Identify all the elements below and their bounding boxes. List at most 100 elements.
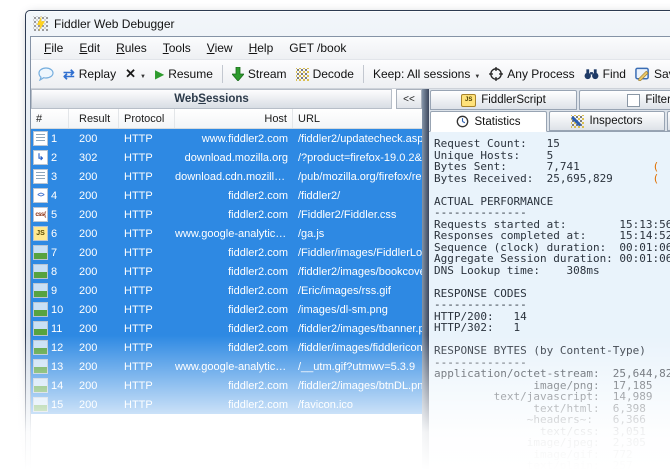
session-number: 2 [51, 151, 58, 164]
decode-button[interactable]: Decode [293, 65, 357, 83]
session-url: /favicon.ico [298, 398, 354, 411]
session-number: 12 [51, 341, 64, 354]
session-url: /fiddler2/images/tbanner.png [298, 322, 422, 335]
session-row[interactable]: 7 200 HTTP fiddler2.com /Fiddler/images/… [31, 243, 422, 262]
any-process-button[interactable]: Any Process [486, 65, 577, 83]
session-row[interactable]: 8 200 HTTP fiddler2.com /fiddler2/images… [31, 262, 422, 281]
session-row[interactable]: 10 200 HTTP fiddler2.com /images/dl-sm.p… [31, 300, 422, 319]
column-header-host[interactable]: Host [175, 109, 293, 128]
session-result: 200 [79, 132, 98, 145]
checkbox-icon [627, 93, 641, 107]
image-icon [33, 264, 48, 279]
menu-item-rules[interactable]: Rules [108, 39, 155, 57]
screenshot-stage: Fiddler Web Debugger File Edit Rules Tools V… [0, 0, 670, 470]
titlebar[interactable]: Fiddler Web Debugger [30, 11, 670, 36]
session-protocol: HTTP [124, 398, 153, 411]
session-url: /fiddler2/updatecheck.asp [298, 132, 422, 145]
session-row[interactable]: 12 200 HTTP fiddler2.com /fiddler/images… [31, 338, 422, 357]
session-protocol: HTTP [124, 189, 153, 202]
session-number: 13 [51, 360, 64, 373]
session-result: 200 [79, 227, 98, 240]
column-header-number[interactable]: # [31, 109, 69, 128]
session-host: fiddler2.com [228, 208, 288, 221]
tab-fiddlerscript[interactable]: FiddlerScript [430, 90, 577, 110]
menu-item-tools[interactable]: Tools [155, 39, 199, 57]
session-result: 200 [79, 208, 98, 221]
delete-button[interactable] [122, 64, 149, 84]
sessions-panel-title: Web Sessions [31, 89, 392, 109]
session-url: /Fiddler/images/FiddlerLogo.png [298, 246, 422, 259]
session-row[interactable]: 1 200 HTTP www.fiddler2.com /fiddler2/up… [31, 129, 422, 148]
session-host: fiddler2.com [228, 284, 288, 297]
save-label: Save [653, 67, 670, 81]
session-host: fiddler2.com [228, 189, 288, 202]
save-icon [635, 67, 649, 81]
session-row[interactable]: 3 200 HTTP download.cdn.mozilla.net /pub… [31, 167, 422, 186]
script-icon [461, 93, 477, 107]
stream-button[interactable]: Stream [229, 65, 290, 83]
image-icon [33, 378, 48, 393]
binoculars-icon [584, 69, 599, 80]
resume-button[interactable]: Resume [152, 65, 216, 83]
session-protocol: HTTP [124, 284, 153, 297]
column-header-result[interactable]: Result [69, 109, 119, 128]
session-protocol: HTTP [124, 360, 153, 373]
menu-item-get-book[interactable]: GET /book [281, 39, 354, 57]
image-icon [33, 245, 48, 260]
session-host: fiddler2.com [228, 341, 288, 354]
toolbar-separator [221, 65, 223, 83]
tab-row-1: FiddlerScript Filters [429, 89, 670, 110]
comment-button[interactable] [35, 65, 57, 83]
collapse-panel-button[interactable]: << [396, 89, 422, 109]
redirect-icon [33, 150, 48, 165]
session-url: /fiddler2/ [298, 189, 341, 202]
session-row[interactable]: 13 200 HTTP www.google-analytics.com /__… [31, 357, 422, 376]
replay-button[interactable]: Replay [60, 64, 119, 85]
session-host: fiddler2.com [228, 303, 288, 316]
menu-item-help[interactable]: Help [241, 39, 282, 57]
session-number: 15 [51, 398, 64, 411]
session-row[interactable]: 9 200 HTTP fiddler2.com /Eric/images/rss… [31, 281, 422, 300]
save-button[interactable]: Save [632, 65, 670, 83]
column-header-url[interactable]: URL [293, 109, 422, 128]
comment-bubble-icon [38, 67, 54, 81]
session-number: 9 [51, 284, 58, 297]
window-title: Fiddler Web Debugger [54, 16, 175, 31]
session-row[interactable]: 15 200 HTTP fiddler2.com /favicon.ico [31, 395, 422, 414]
panel-splitter[interactable] [422, 89, 429, 470]
session-row[interactable]: 14 200 HTTP fiddler2.com /fiddler2/image… [31, 376, 422, 395]
session-rows: 1 200 HTTP www.fiddler2.com /fiddler2/up… [31, 129, 422, 470]
column-header-protocol[interactable]: Protocol [119, 109, 175, 128]
session-row[interactable]: 5 200 HTTP fiddler2.com /Fiddler2/Fiddle… [31, 205, 422, 224]
document-icon [33, 131, 48, 146]
session-protocol: HTTP [124, 379, 153, 392]
play-icon [155, 67, 164, 81]
menubar: File Edit Rules Tools View Help GET /book [31, 37, 670, 60]
session-protocol: HTTP [124, 151, 153, 164]
session-protocol: HTTP [124, 303, 153, 316]
stream-label: Stream [247, 67, 287, 81]
tab-inspectors[interactable]: Inspectors [549, 111, 665, 131]
toolbar-separator [362, 65, 364, 83]
menu-item-view[interactable]: View [199, 39, 241, 57]
session-row[interactable]: 6 200 HTTP www.google-analytics.com /ga.… [31, 224, 422, 243]
fiddler-app-icon[interactable] [33, 16, 48, 31]
find-button[interactable]: Find [581, 65, 629, 83]
tab-label: FiddlerScript [481, 94, 546, 106]
image-icon [33, 397, 48, 412]
session-host: download.cdn.mozilla.net [175, 170, 293, 183]
tab-filters[interactable]: Filters [579, 90, 670, 110]
web-sessions-panel: Web Sessions << # Result Protocol Host U… [31, 89, 422, 470]
session-host: fiddler2.com [228, 265, 288, 278]
stream-arrow-icon [231, 67, 244, 81]
client-area: FileEditRulesToolsViewHelpGET /book Repl… [30, 36, 670, 470]
keep-sessions-dropdown[interactable]: Keep: All sessions [370, 65, 483, 83]
menu-item-edit[interactable]: Edit [71, 39, 108, 57]
session-row[interactable]: 4 200 HTTP fiddler2.com /fiddler2/ [31, 186, 422, 205]
menu-item-file[interactable]: File [36, 39, 71, 57]
session-row[interactable]: 11 200 HTTP fiddler2.com /fiddler2/image… [31, 319, 422, 338]
tab-statistics[interactable]: Statistics [430, 111, 547, 132]
session-protocol: HTTP [124, 265, 153, 278]
session-row[interactable]: 2 302 HTTP download.mozilla.org /?produc… [31, 148, 422, 167]
session-result: 200 [79, 246, 98, 259]
